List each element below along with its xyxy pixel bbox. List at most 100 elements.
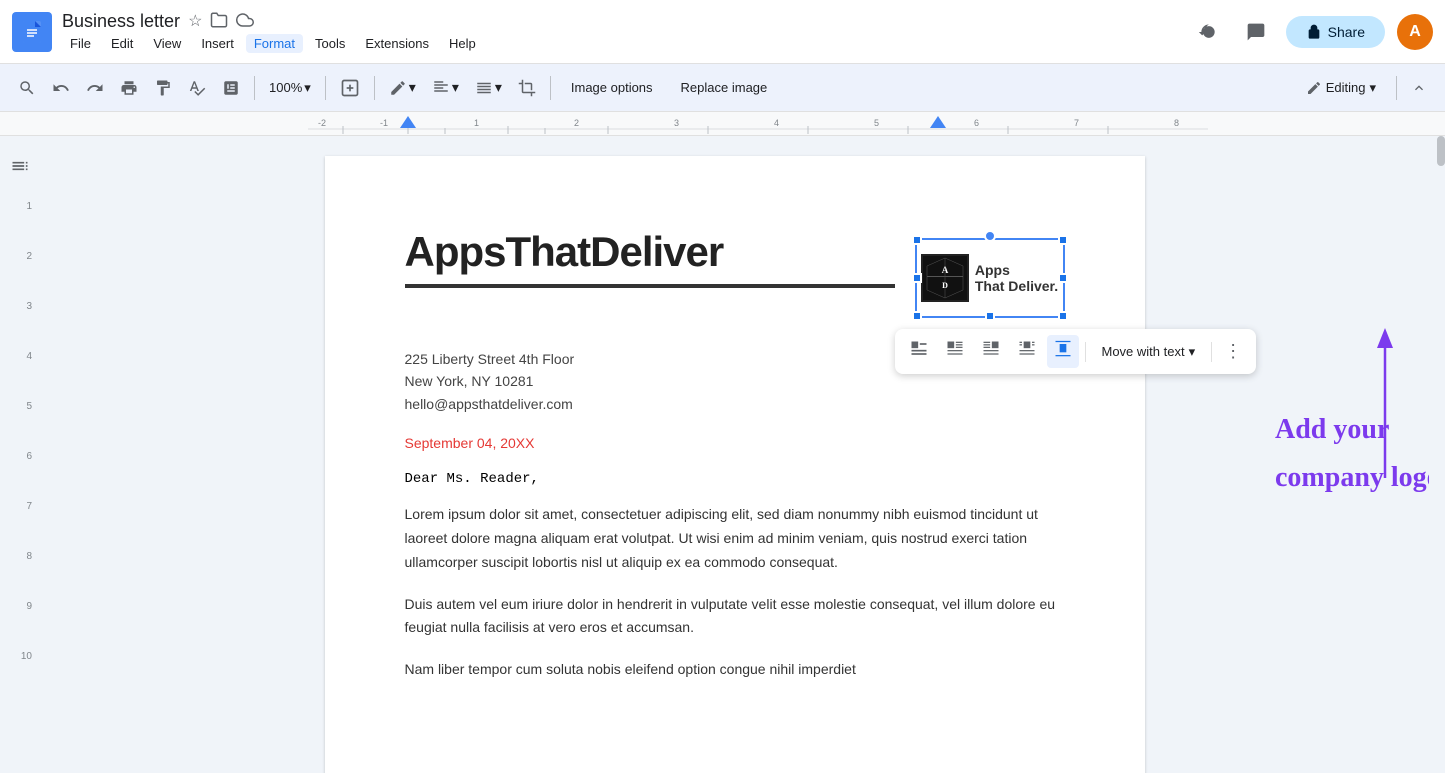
outline-icon[interactable]	[10, 156, 30, 181]
wrap-right-button[interactable]	[975, 335, 1007, 368]
img-toolbar-divider-2	[1211, 342, 1212, 362]
move-with-text-dropdown-icon: ▾	[1189, 344, 1196, 360]
cloud-icon[interactable]	[236, 11, 254, 32]
address-line3: hello@appsthatdeliver.com	[405, 393, 1065, 415]
page-mark-9: 9	[0, 601, 36, 612]
page: AppsThatDeliver	[325, 156, 1145, 773]
crop-button[interactable]	[512, 75, 542, 101]
svg-text:3: 3	[674, 118, 679, 128]
paragraph-style-button[interactable]: ▾	[426, 75, 465, 101]
print-button[interactable]	[114, 75, 144, 101]
search-button[interactable]	[12, 75, 42, 101]
toolbar-divider-1	[254, 76, 255, 100]
svg-text:8: 8	[1174, 118, 1179, 128]
menu-help[interactable]: Help	[441, 34, 484, 53]
handle-bottom-left[interactable]	[912, 311, 922, 321]
logo-box: A D Apps That Deliver.	[915, 238, 1065, 318]
logo-inner: A D Apps That Deliver.	[921, 254, 1058, 302]
zoom-button[interactable]: 100% ▾	[263, 76, 317, 100]
collapse-toolbar-button[interactable]	[1405, 76, 1433, 100]
img-toolbar-divider	[1085, 342, 1086, 362]
handle-top-left[interactable]	[912, 235, 922, 245]
date: September 04, 20XX	[405, 435, 1065, 451]
handle-middle-right[interactable]	[1058, 273, 1068, 283]
body-text: Lorem ipsum dolor sit amet, consectetuer…	[405, 503, 1065, 682]
handle-middle-left[interactable]	[912, 273, 922, 283]
move-with-text-label: Move with text	[1102, 344, 1185, 359]
doc-title-area: Business letter ☆ File Edit View Insert …	[62, 11, 1190, 53]
menu-extensions[interactable]: Extensions	[357, 34, 437, 53]
handle-top-right[interactable]	[1058, 235, 1068, 245]
svg-text:6: 6	[974, 118, 979, 128]
scrollbar-thumb[interactable]	[1437, 136, 1445, 166]
toolbar-divider-3	[374, 76, 375, 100]
page-mark-7: 7	[0, 501, 36, 512]
undo-button[interactable]	[46, 75, 76, 101]
svg-text:1: 1	[474, 118, 479, 128]
handle-bottom-middle[interactable]	[985, 311, 995, 321]
image-options-button[interactable]: Image options	[559, 74, 665, 101]
add-frame-button[interactable]	[334, 74, 366, 102]
replace-image-button[interactable]: Replace image	[669, 74, 780, 101]
pen-color-button[interactable]: ▾	[383, 75, 422, 101]
redo-button[interactable]	[80, 75, 110, 101]
doc-area[interactable]: AppsThatDeliver	[40, 136, 1429, 773]
menu-bar: File Edit View Insert Format Tools Exten…	[62, 34, 1190, 53]
menu-format[interactable]: Format	[246, 34, 303, 53]
page-mark-2: 2	[0, 251, 36, 262]
page-mark-3: 3	[0, 301, 36, 312]
share-button[interactable]: Share	[1286, 16, 1385, 48]
menu-file[interactable]: File	[62, 34, 99, 53]
left-sidebar: 1 2 3 4 5 6 7 8 9 10	[0, 136, 40, 773]
spell-check-button[interactable]	[182, 75, 212, 101]
history-button[interactable]	[1190, 14, 1226, 50]
page-mark-10: 10	[0, 651, 36, 662]
svg-text:7: 7	[1074, 118, 1079, 128]
annotation-container: Add your company logo	[1265, 318, 1430, 523]
menu-insert[interactable]: Insert	[193, 34, 242, 53]
editing-mode-button[interactable]: Editing ▾	[1294, 74, 1388, 102]
indent-button[interactable]	[216, 75, 246, 101]
title-bar: Business letter ☆ File Edit View Insert …	[0, 0, 1445, 64]
align-button[interactable]: ▾	[469, 75, 508, 101]
menu-tools[interactable]: Tools	[307, 34, 353, 53]
avatar[interactable]: A	[1397, 14, 1433, 50]
handle-top-middle[interactable]	[984, 230, 996, 242]
wrap-inline-button[interactable]	[903, 335, 935, 368]
move-with-text-button[interactable]: Move with text ▾	[1092, 340, 1206, 364]
logo-apps: Apps	[975, 262, 1058, 278]
ruler: -2 -1 1 2 3 4 5 6 7 8	[0, 112, 1445, 136]
svg-text:-2: -2	[318, 118, 326, 128]
svg-text:5: 5	[874, 118, 879, 128]
handle-bottom-right[interactable]	[1058, 311, 1068, 321]
logo-cube: A D	[921, 254, 969, 302]
paragraph-2: Duis autem vel eum iriure dolor in hendr…	[405, 593, 1065, 641]
doc-title[interactable]: Business letter	[62, 11, 180, 32]
app-icon[interactable]	[12, 12, 52, 52]
ruler-content: -2 -1 1 2 3 4 5 6 7 8	[308, 114, 1445, 134]
wrap-both-button[interactable]	[1011, 335, 1043, 368]
menu-edit[interactable]: Edit	[103, 34, 141, 53]
share-label: Share	[1328, 24, 1365, 40]
page-mark-1: 1	[0, 201, 36, 212]
doc-header: AppsThatDeliver	[405, 228, 1065, 318]
zoom-dropdown-icon: ▾	[304, 80, 311, 96]
wrap-break-button[interactable]	[1047, 335, 1079, 368]
image-more-button[interactable]: ⋮	[1218, 337, 1248, 366]
zoom-value: 100%	[269, 80, 302, 95]
page-mark-6: 6	[0, 451, 36, 462]
page-mark-8: 8	[0, 551, 36, 562]
title-actions: Share A	[1190, 14, 1433, 50]
logo-that-deliver: That Deliver.	[975, 278, 1058, 294]
svg-text:-1: -1	[380, 118, 388, 128]
wrap-left-button[interactable]	[939, 335, 971, 368]
comments-button[interactable]	[1238, 14, 1274, 50]
folder-icon[interactable]	[210, 11, 228, 32]
paint-format-button[interactable]	[148, 75, 178, 101]
menu-view[interactable]: View	[145, 34, 189, 53]
svg-text:company logo: company logo	[1275, 462, 1430, 493]
logo-area[interactable]: A D Apps That Deliver.	[915, 238, 1065, 318]
star-icon[interactable]: ☆	[188, 11, 202, 31]
toolbar-divider-5	[1396, 76, 1397, 100]
editing-label: Editing	[1326, 80, 1366, 95]
